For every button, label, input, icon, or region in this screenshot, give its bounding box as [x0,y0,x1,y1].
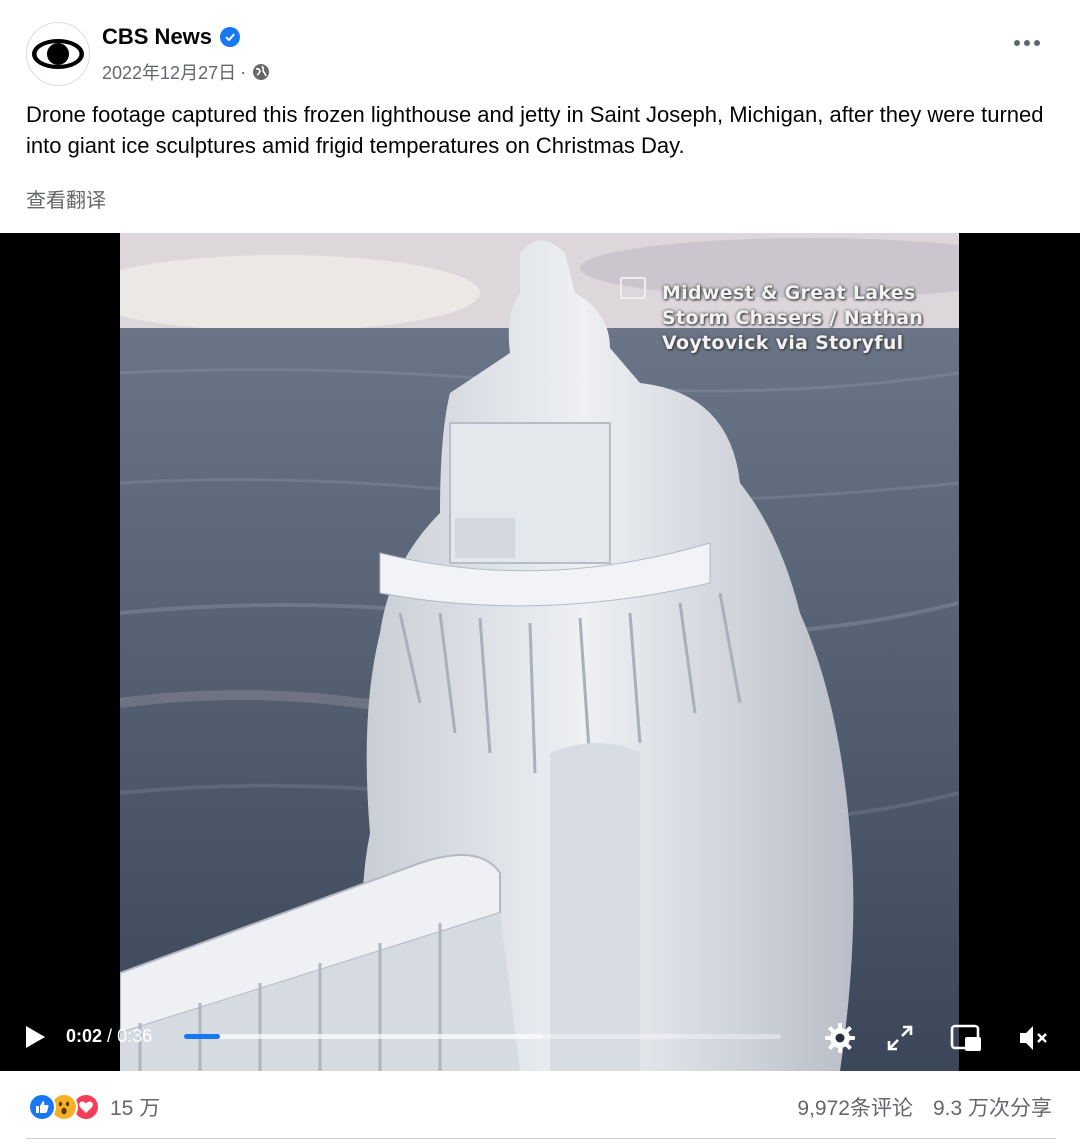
post-header: CBS News 2022年12月27日 · [0,0,1080,96]
see-translation-link[interactable]: 查看翻译 [26,184,106,213]
gear-icon[interactable] [822,1020,858,1056]
muted-speaker-icon[interactable] [1016,1020,1052,1056]
globe-icon [253,64,270,80]
post-date[interactable]: 2022年12月27日 [102,59,236,85]
page-avatar[interactable] [26,22,90,86]
watermark-line-2: Storm Chasers / Nathan [662,307,924,329]
expand-icon[interactable] [882,1020,918,1056]
video-time: 0:02 / 0:36 [66,1026,152,1047]
shares-count[interactable]: 9.3 万次分享 [933,1092,1052,1122]
verified-badge-icon [220,27,241,47]
progress-bar[interactable] [184,1034,781,1039]
picture-in-picture-icon[interactable] [948,1020,984,1056]
meta-separator: · [240,61,247,82]
reactions-summary[interactable]: 15 万 [28,1092,160,1122]
watermark-camera-icon [620,277,646,299]
video-player[interactable]: Midwest & Great Lakes Storm Chasers / Na… [0,233,1080,1071]
post-stats: 9,972条评论 9.3 万次分享 [797,1092,1052,1122]
like-reaction-icon [28,1093,56,1121]
video-frame: Midwest & Great Lakes Storm Chasers / Na… [120,233,959,1071]
video-controls: 0:02 / 0:36 [0,1016,1080,1060]
time-separator: / [107,1026,113,1046]
more-options-icon[interactable] [1014,40,1040,46]
post-caption: Drone footage captured this frozen light… [26,102,1044,158]
watermark-line-3: Voytovick via Storyful [662,332,904,354]
comments-count[interactable]: 9,972条评论 [797,1092,913,1122]
post-meta: 2022年12月27日 · [102,59,270,85]
page-name[interactable]: CBS News [102,24,241,50]
video-duration: 0:36 [117,1026,153,1046]
post-footer: 15 万 9,972条评论 9.3 万次分享 [0,1072,1080,1142]
play-icon[interactable] [26,1026,45,1048]
reaction-count[interactable]: 15 万 [110,1092,160,1122]
page-name-text[interactable]: CBS News [102,24,212,50]
buffered-bar [184,1034,543,1039]
current-time: 0:02 [66,1026,103,1046]
played-bar [184,1034,220,1039]
video-watermark: Midwest & Great Lakes Storm Chasers / Na… [662,281,923,356]
footer-divider [26,1138,1056,1139]
watermark-line-1: Midwest & Great Lakes [662,282,916,304]
frozen-lighthouse-image [120,233,959,1071]
cbs-eye-logo-icon [32,39,84,69]
